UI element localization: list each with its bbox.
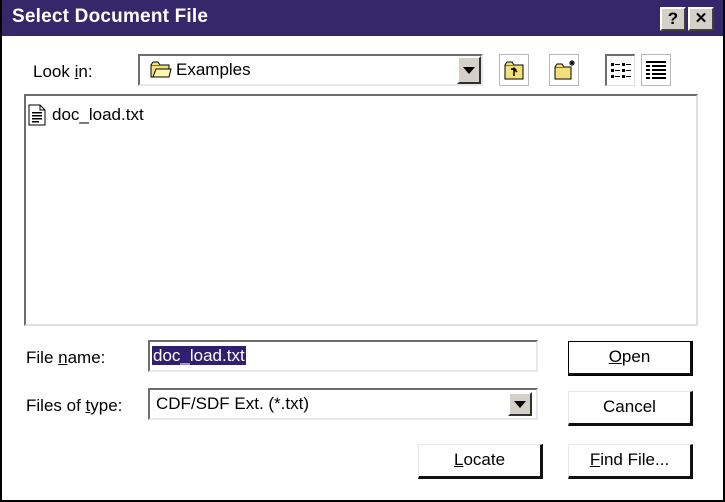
folder-icon [150,61,172,79]
details-view-icon [645,60,667,85]
list-item[interactable]: doc_load.txt [28,104,228,128]
files-of-type-dropdown-arrow-icon[interactable] [508,392,532,416]
details-view-button[interactable] [641,54,671,86]
look-in-combobox[interactable]: Examples [138,54,483,86]
find-file-button[interactable]: Find File... [568,444,693,479]
title-bar[interactable]: Select Document File ? ✕ [2,0,723,36]
text-file-icon [28,104,46,131]
files-of-type-label: Files of type: [26,396,123,415]
create-new-folder-button[interactable] [549,54,579,86]
file-list[interactable]: doc_load.txt [24,94,698,326]
file-name-input[interactable]: doc_load.txt [148,340,538,372]
close-icon: ✕ [694,10,708,27]
look-in-dropdown-arrow-icon[interactable] [457,56,481,84]
select-document-file-dialog: Select Document File ? ✕ Look in: Exampl… [0,0,725,502]
file-name-value: doc_load.txt [152,346,246,365]
locate-button[interactable]: Locate [418,444,543,479]
file-name-label: File name: [26,348,106,367]
up-one-level-icon [503,59,525,86]
open-button[interactable]: Open [568,341,693,376]
help-button[interactable]: ? [660,7,686,31]
close-button[interactable]: ✕ [688,7,714,31]
look-in-value: Examples [176,60,251,79]
list-view-icon [610,61,632,86]
help-icon: ? [667,9,679,28]
create-new-folder-icon [553,59,577,86]
file-name: doc_load.txt [52,105,144,124]
look-in-label: Look in: [33,62,93,81]
files-of-type-combobox[interactable]: CDF/SDF Ext. (*.txt) [148,388,538,420]
cancel-button[interactable]: Cancel [568,391,693,426]
files-of-type-value: CDF/SDF Ext. (*.txt) [156,394,309,413]
up-one-level-button[interactable] [499,54,529,86]
list-view-button[interactable] [605,54,635,86]
dialog-title: Select Document File [12,6,209,27]
